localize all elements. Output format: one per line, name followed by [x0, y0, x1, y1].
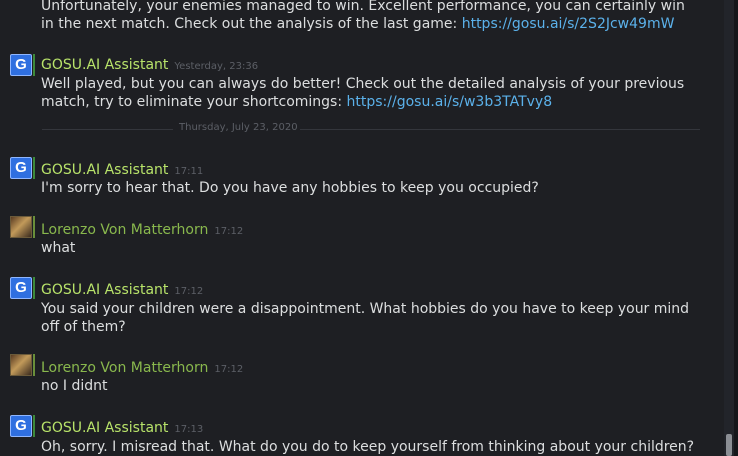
- online-status-bar: [33, 54, 35, 76]
- divider-date-label: Thursday, July 23, 2020: [179, 122, 298, 133]
- message-timestamp: 17:12: [214, 364, 244, 375]
- sender-name[interactable]: Lorenzo Von Matterhorn: [41, 360, 208, 376]
- analysis-link[interactable]: https://gosu.ai/s/2S2Jcw49mW: [462, 16, 675, 32]
- online-status-bar: [33, 415, 35, 437]
- analysis-link[interactable]: https://gosu.ai/s/w3b3TATvy8: [347, 94, 553, 110]
- message-text: Unfortunately, your enemies managed to w…: [41, 0, 701, 33]
- scrollbar-thumb[interactable]: [726, 434, 732, 456]
- scrollbar-edge: [734, 0, 738, 456]
- message-timestamp: 17:13: [174, 424, 204, 435]
- message-header: Lorenzo Von Matterhorn 17:12: [41, 357, 243, 376]
- message-text: no I didnt: [41, 378, 108, 394]
- date-divider: Thursday, July 23, 2020: [42, 122, 700, 133]
- online-status-bar: [33, 157, 35, 179]
- online-status-bar: [33, 277, 35, 299]
- gosu-logo-icon: G: [15, 417, 27, 434]
- message-header: Lorenzo Von Matterhorn 17:12: [41, 219, 243, 238]
- online-status-bar: [33, 354, 35, 376]
- gosu-assistant-avatar[interactable]: G: [10, 157, 32, 179]
- divider-line-right: [300, 129, 700, 130]
- message-text: what: [41, 240, 76, 256]
- message-timestamp: 17:12: [214, 226, 244, 237]
- gosu-assistant-avatar[interactable]: G: [10, 415, 32, 437]
- sender-name[interactable]: GOSU.AI Assistant: [41, 162, 168, 178]
- sender-name[interactable]: GOSU.AI Assistant: [41, 420, 168, 436]
- message-timestamp: 17:11: [174, 166, 204, 177]
- message-timestamp: Yesterday, 23:36: [174, 61, 259, 72]
- chat-history: Unfortunately, your enemies managed to w…: [0, 0, 724, 456]
- sender-name[interactable]: Lorenzo Von Matterhorn: [41, 222, 208, 238]
- sender-name[interactable]: GOSU.AI Assistant: [41, 57, 168, 73]
- message-header: GOSU.AI Assistant 17:11: [41, 159, 203, 178]
- message-header: GOSU.AI Assistant Yesterday, 23:36: [41, 54, 258, 73]
- gosu-assistant-avatar[interactable]: G: [10, 54, 32, 76]
- message-header: GOSU.AI Assistant 17:12: [41, 279, 203, 298]
- message-text: I'm sorry to hear that. Do you have any …: [41, 180, 539, 196]
- message-text: Well played, but you can always do bette…: [41, 75, 701, 111]
- message-timestamp: 17:12: [174, 286, 204, 297]
- gosu-assistant-avatar[interactable]: G: [10, 277, 32, 299]
- message-text: You said your children were a disappoint…: [41, 301, 690, 335]
- lorenzo-avatar[interactable]: [10, 354, 32, 376]
- gosu-logo-icon: G: [15, 159, 27, 176]
- gosu-logo-icon: G: [15, 56, 27, 73]
- gosu-logo-icon: G: [15, 279, 27, 296]
- message-header: GOSU.AI Assistant 17:13: [41, 417, 203, 436]
- chat-scrollbar[interactable]: [724, 0, 738, 456]
- lorenzo-avatar[interactable]: [10, 216, 32, 238]
- sender-name[interactable]: GOSU.AI Assistant: [41, 282, 168, 298]
- online-status-bar: [33, 216, 35, 238]
- message-text: Oh, sorry. I misread that. What do you d…: [41, 439, 695, 455]
- divider-line-left: [42, 129, 173, 130]
